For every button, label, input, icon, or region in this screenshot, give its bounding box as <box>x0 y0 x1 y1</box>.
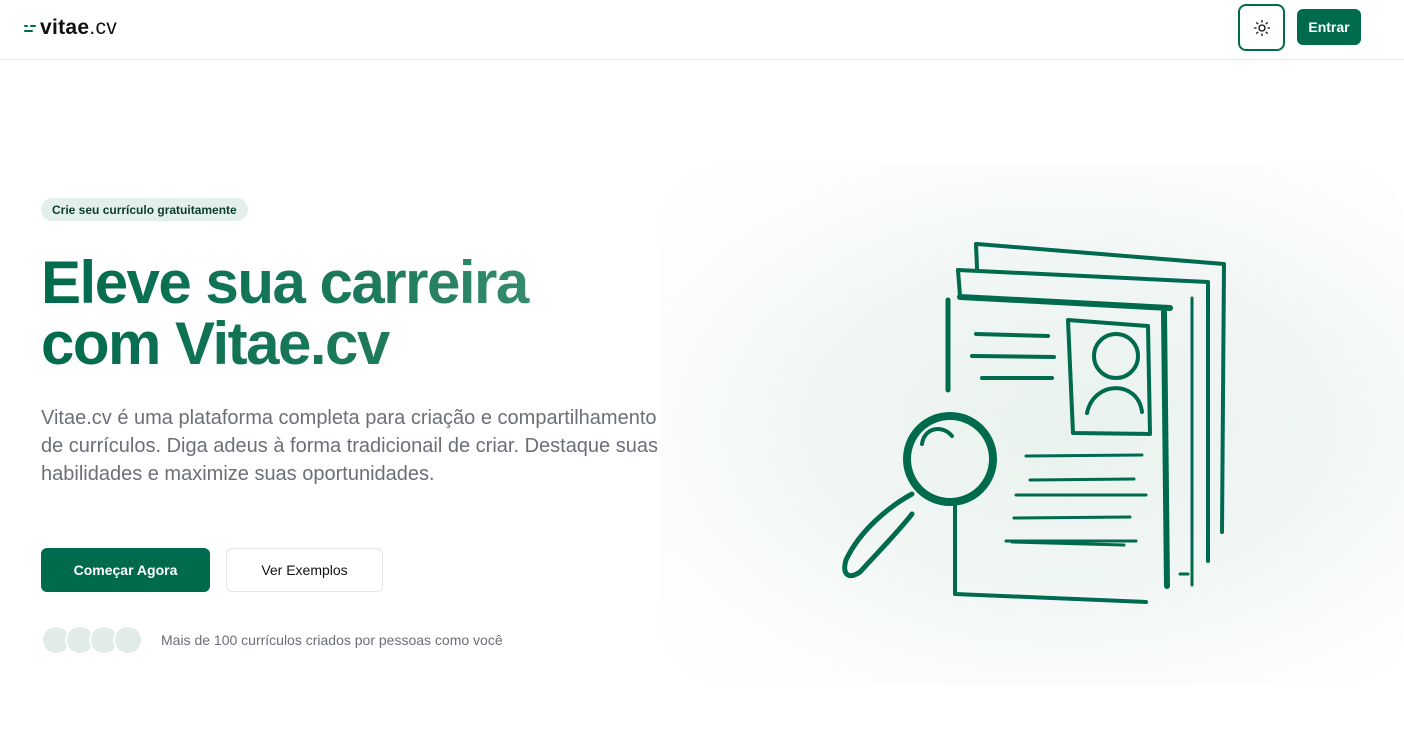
sun-icon <box>1253 19 1270 36</box>
logo-tld: .cv <box>89 16 118 39</box>
top-navigation-bar: vitae.cv Entrar <box>0 0 1404 60</box>
login-button[interactable]: Entrar <box>1297 9 1361 45</box>
theme-toggle-button[interactable] <box>1238 4 1285 51</box>
logo-mark-icon <box>24 22 36 34</box>
view-examples-button[interactable]: Ver Exemplos <box>226 548 383 592</box>
headline-line-1: Eleve sua carreira <box>41 249 528 316</box>
avatar-stack <box>41 625 147 655</box>
social-proof-text: Mais de 100 currículos criados por pesso… <box>161 632 503 648</box>
logo[interactable]: vitae.cv <box>24 15 117 41</box>
hero-badge: Crie seu currículo gratuitamente <box>41 198 248 221</box>
start-now-button[interactable]: Começar Agora <box>41 548 210 592</box>
hero-description: Vitae.cv é uma plataforma completa para … <box>41 407 658 485</box>
hero-headline: Eleve sua carreira com Vitae.cv <box>41 252 661 374</box>
logo-name: vitae <box>40 16 90 39</box>
avatar <box>113 625 143 655</box>
resume-magnifier-illustration <box>842 242 1226 604</box>
headline-line-2: com Vitae.cv <box>41 310 389 377</box>
